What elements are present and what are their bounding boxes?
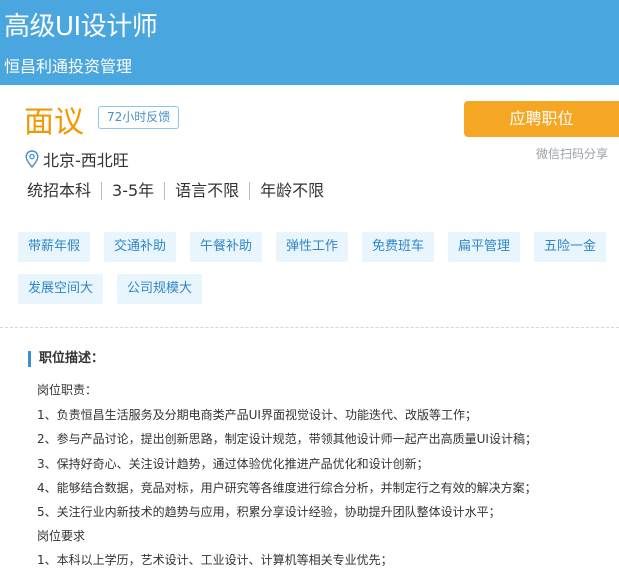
location: 北京-西北旺 <box>25 148 129 170</box>
tag-flexible-work: 弹性工作 <box>276 232 349 262</box>
salary: 面议 <box>24 105 84 140</box>
description-line: 1、本科以上学历，艺术设计、工业设计、计算机等相关专业优先； <box>37 553 393 567</box>
section-divider <box>0 327 619 328</box>
tag-lunch-allowance: 午餐补助 <box>190 232 263 262</box>
requirement-language: 语言不限 <box>164 182 249 200</box>
company-name[interactable]: 恒昌利通投资管理 <box>4 53 132 77</box>
requirement-education: 统招本科 <box>27 181 92 200</box>
location-text: 北京-西北旺 <box>43 151 129 170</box>
tag-transport-allowance: 交通补助 <box>104 232 177 262</box>
wechat-share-link[interactable]: 微信扫码分享 <box>536 145 608 162</box>
job-description-title: 职位描述： <box>28 351 104 367</box>
job-header: 高级UI设计师 恒昌利通投资管理 <box>0 0 619 85</box>
job-requirements: 统招本科 3-5年 语言不限 年龄不限 <box>27 180 334 202</box>
description-line: 岗位职责： <box>37 383 98 397</box>
description-line: 岗位要求 <box>37 529 86 543</box>
description-line: 3、保持好奇心、关注设计趋势，通过体验优化推进产品优化和设计创新； <box>37 457 429 471</box>
requirement-age: 年龄不限 <box>249 182 334 200</box>
description-line: 1、负责恒昌生活服务及分期电商类产品UI界面视觉设计、功能迭代、改版等工作； <box>37 408 477 422</box>
requirement-experience: 3-5年 <box>101 182 164 200</box>
tag-shuttle-bus: 免费班车 <box>362 232 435 262</box>
description-line: 2、参与产品讨论，提出创新思路，制定设计规范，带领其他设计师一起产出高质量UI设… <box>37 432 537 446</box>
description-line: 5、关注行业内新技术的趋势与应用，积累分享设计经验，协助提升团队整体设计水平； <box>37 505 501 519</box>
tag-paid-leave: 带薪年假 <box>18 232 91 262</box>
tag-social-insurance: 五险一金 <box>534 232 607 262</box>
feedback-badge: 72小时反馈 <box>98 106 180 129</box>
description-line: 4、能够结合数据，竞品对标，用户研究等各维度进行综合分析，并制定行之有效的解决方… <box>37 481 537 495</box>
apply-button[interactable]: 应聘职位 <box>464 101 619 137</box>
tag-flat-management: 扁平管理 <box>448 232 521 262</box>
location-pin-icon <box>25 150 39 168</box>
tag-company-scale: 公司规模大 <box>117 274 203 304</box>
job-title: 高级UI设计师 <box>4 12 158 42</box>
tag-growth-space: 发展空间大 <box>18 274 104 304</box>
